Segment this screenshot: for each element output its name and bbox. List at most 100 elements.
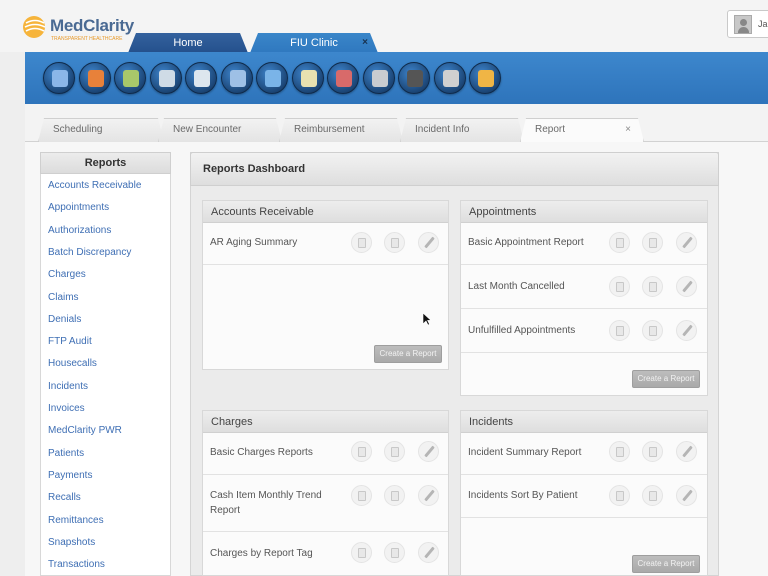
doctor-icon[interactable]: [220, 62, 253, 94]
edit-report-button[interactable]: [676, 232, 697, 253]
document-icon: [358, 548, 366, 558]
view-report-button[interactable]: [609, 232, 630, 253]
clipboard-icon: [649, 326, 657, 336]
view-report-button[interactable]: [351, 485, 372, 506]
close-icon[interactable]: ×: [362, 33, 368, 53]
edit-report-button[interactable]: [418, 232, 439, 253]
print-report-button[interactable]: [384, 232, 405, 253]
sidebar-item-remittances[interactable]: Remittances: [48, 515, 166, 529]
sidebar-item-medclarity-pwr[interactable]: MedClarity PWR: [48, 425, 166, 439]
logo-text: MedClarity: [50, 16, 134, 35]
document-icon: [358, 238, 366, 248]
panel-title: Incidents: [461, 411, 707, 433]
print-report-button[interactable]: [384, 542, 405, 563]
panel-appointments: Appointments: [460, 200, 708, 396]
tab-fiu-clinic[interactable]: FIU Clinic ×: [250, 33, 378, 53]
row-divider: [203, 264, 448, 265]
pencil-icon: [682, 324, 693, 337]
print-report-button[interactable]: [642, 485, 663, 506]
files-icon[interactable]: [362, 62, 395, 94]
report-link-last-month-cancelled[interactable]: Last Month Cancelled: [468, 279, 598, 294]
row-divider: [461, 308, 707, 309]
billing-icon[interactable]: [256, 62, 288, 94]
sidebar-item-accounts-receivable[interactable]: Accounts Receivable: [48, 180, 166, 194]
view-report-button[interactable]: [351, 232, 372, 253]
create-report-button[interactable]: Create a Report: [374, 345, 442, 363]
view-report-button[interactable]: [609, 485, 630, 506]
print-report-button[interactable]: [384, 441, 405, 462]
sidebar-item-claims[interactable]: Claims: [48, 292, 166, 306]
row-divider: [203, 474, 448, 475]
notes-icon[interactable]: [291, 62, 324, 94]
print-report-button[interactable]: [384, 485, 405, 506]
subtab-scheduling[interactable]: Scheduling: [38, 118, 164, 142]
view-report-button[interactable]: [609, 441, 630, 462]
subtab-reimbursement[interactable]: Reimbursement: [279, 118, 403, 142]
sidebar-item-ftp-audit[interactable]: FTP Audit: [48, 336, 166, 350]
edit-report-button[interactable]: [418, 542, 439, 563]
print-report-button[interactable]: [642, 232, 663, 253]
report-link-basic-charges[interactable]: Basic Charges Reports: [210, 445, 340, 460]
disk-icon[interactable]: [398, 62, 430, 94]
subtab-incident-info[interactable]: Incident Info: [400, 118, 524, 142]
report-link-incidents-sort-by-patient[interactable]: Incidents Sort By Patient: [468, 488, 598, 503]
medclarity-logo[interactable]: MedClarity TRANSPARENT HEALTHCARE: [22, 12, 134, 46]
airplane-icon[interactable]: [433, 62, 466, 94]
view-report-button[interactable]: [351, 542, 372, 563]
report-link-cash-item-monthly-trend[interactable]: Cash Item Monthly Trend Report: [210, 488, 338, 518]
report-link-incident-summary[interactable]: Incident Summary Report: [468, 445, 598, 460]
edit-report-button[interactable]: [418, 441, 439, 462]
report-link-basic-appointment[interactable]: Basic Appointment Report: [468, 235, 598, 250]
create-report-button[interactable]: Create a Report: [632, 370, 700, 388]
edit-report-button[interactable]: [676, 485, 697, 506]
print-report-button[interactable]: [642, 276, 663, 297]
view-report-button[interactable]: [609, 276, 630, 297]
sidebar-item-invoices[interactable]: Invoices: [48, 403, 166, 417]
subtab-new-encounter[interactable]: New Encounter: [158, 118, 282, 142]
sidebar-item-appointments[interactable]: Appointments: [48, 202, 166, 216]
row-divider: [461, 352, 707, 353]
sidebar-item-authorizations[interactable]: Authorizations: [48, 225, 166, 239]
edit-report-button[interactable]: [676, 276, 697, 297]
sidebar-item-incidents[interactable]: Incidents: [48, 381, 166, 395]
clipboard-icon: [391, 548, 399, 558]
edit-report-button[interactable]: [418, 485, 439, 506]
sun-logo-icon: [23, 16, 46, 38]
stopwatch-icon[interactable]: [185, 62, 217, 94]
edit-report-button[interactable]: [676, 441, 697, 462]
report-link-charges-by-report-tag[interactable]: Charges by Report Tag: [210, 546, 340, 561]
close-icon[interactable]: ×: [625, 119, 631, 141]
sidebar-item-payments[interactable]: Payments: [48, 470, 166, 484]
reports-chart-icon[interactable]: [469, 62, 501, 94]
sidebar-item-batch-discrepancy[interactable]: Batch Discrepancy: [48, 247, 166, 261]
module-toolbar: [25, 52, 768, 104]
edit-report-button[interactable]: [676, 320, 697, 341]
patients-icon[interactable]: [43, 62, 75, 94]
sidebar-item-transactions[interactable]: Transactions: [48, 559, 166, 573]
sidebar-item-snapshots[interactable]: Snapshots: [48, 537, 166, 551]
billing-icon-glyph: [265, 70, 281, 87]
tab-home[interactable]: Home: [128, 33, 248, 53]
panel-title: Charges: [203, 411, 448, 433]
view-report-button[interactable]: [609, 320, 630, 341]
staff-icon[interactable]: [327, 62, 359, 94]
calendar-icon[interactable]: [78, 62, 111, 94]
sidebar-item-charges[interactable]: Charges: [48, 269, 166, 283]
print-report-button[interactable]: [642, 441, 663, 462]
subtab-label: Scheduling: [53, 124, 103, 135]
view-report-button[interactable]: [351, 441, 372, 462]
subtab-report[interactable]: Report ×: [520, 118, 644, 142]
sidebar-item-denials[interactable]: Denials: [48, 314, 166, 328]
subtab-label: New Encounter: [173, 124, 242, 135]
sidebar-item-recalls[interactable]: Recalls: [48, 492, 166, 506]
user-menu[interactable]: Ja: [727, 10, 768, 38]
money-icon[interactable]: [114, 62, 146, 94]
document-icon[interactable]: [149, 62, 182, 94]
print-report-button[interactable]: [642, 320, 663, 341]
sidebar-item-housecalls[interactable]: Housecalls: [48, 358, 166, 372]
report-link-unfulfilled-appointments[interactable]: Unfulfilled Appointments: [468, 323, 598, 338]
sidebar-item-patients[interactable]: Patients: [48, 448, 166, 462]
report-link-ar-aging-summary[interactable]: AR Aging Summary: [210, 235, 340, 250]
create-report-button[interactable]: Create a Report: [632, 555, 700, 573]
pencil-icon: [424, 546, 435, 559]
